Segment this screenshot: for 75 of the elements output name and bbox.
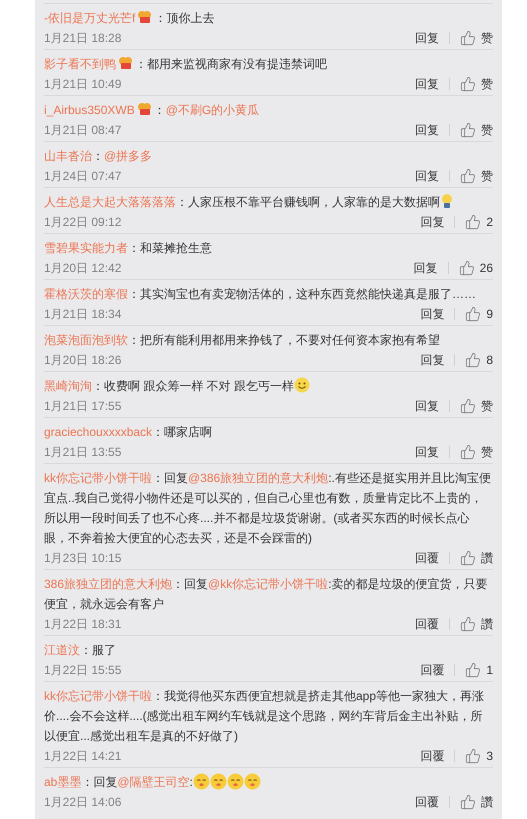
thumbs-up-icon [460,168,476,184]
like-button[interactable]: 2 [465,213,493,231]
timestamp: 1月20日 18:26 [44,352,122,369]
reply-button[interactable]: 回复 [415,443,439,461]
timestamp: 1月24日 07:47 [44,168,122,185]
timestamp: 1月21日 13:55 [44,444,122,461]
comment-text: kk你忘记带小饼干啦：回复@386旅独立团的意大利炮:.有些还是挺实用并且比淘宝便宜点..我自己觉得小物件还是可以买的，但自己心里也有数，质量肯定比不上贵的，所以用一段时间丢了也不心疼....并不都是垃圾货谢谢。(或者买东西的时候长点心眼，不奔着捡大便宜的心态去买，还是不会踩雷的) [44,470,492,547]
thumbs-up-icon [460,122,476,138]
comment-text: graciechouxxxxback：哪家店啊 [44,424,214,441]
timestamp: 1月21日 18:28 [44,30,122,47]
thumbs-up-icon [460,398,476,414]
thumbs-up-icon [465,306,482,322]
thumbs-up-icon [465,748,482,764]
timestamp: 1月23日 10:15 [44,550,122,567]
thumbs-up-icon [460,794,476,810]
thumbs-up-icon [460,616,476,632]
timestamp: 1月21日 10:49 [44,76,122,93]
comment-text: kk你忘记带小饼干啦：我觉得他买东西便宜想就是挤走其他app等他一家独大，再涨价....会不会这样....(感觉出租车网约车钱就是这个思路，网约车背后金主出补贴，所以便宜...感觉出租车是真的不好做了) [44,688,486,745]
comment-text: 泡菜泡面泡到软：把所有能利用都用来挣钱了，不要对任何资本家抱有希望 [44,332,441,349]
comment-text: -依旧是万丈光芒f ：顶你上去 [44,9,216,27]
reply-button[interactable]: 回复 [420,351,444,369]
like-button[interactable]: 3 [465,747,493,765]
like-button[interactable]: 9 [465,305,493,323]
thumbs-up-icon [460,76,476,92]
comment-text: 影子看不到鸭 ：都用来监视商家有没有提违禁词吧 [44,55,328,73]
like-button[interactable]: 26 [458,259,493,277]
comment-text: 386旅独立团的意大利炮：回复@kk你忘记带小饼干啦:卖的都是垃圾的便宜货，只要便宜，就永远会有客户 [44,576,489,613]
comment-text: 黑崎洵洵：收费啊 跟众筹一样 不对 跟乞丐一样 [44,376,493,396]
timestamp: 1月22日 15:55 [44,662,122,679]
like-button[interactable]: 讚 [460,615,493,633]
thumbs-up-icon [465,352,482,368]
comment-text: ab墨墨：回复@隔壁王司空: [44,772,493,792]
like-button[interactable]: 赞 [460,167,493,185]
reply-button[interactable]: 回覆 [420,661,444,679]
timestamp: 1月21日 08:47 [44,122,122,139]
comment-text: 霍格沃茨的寒假：其实淘宝也有卖宠物活体的，这种东西竟然能快递真是服了…… [44,286,477,303]
thumbs-up-icon [458,260,475,276]
like-button[interactable]: 讚 [460,549,493,567]
reply-button[interactable]: 回复 [415,397,439,415]
comment-text: 人生总是大起大落落落落：人家压根不靠平台赚钱啊，人家靠的是大数据啊 [44,192,493,212]
reply-button[interactable]: 回复 [420,213,444,231]
comment-text: 江道汶：服了 [44,642,117,659]
like-button[interactable]: 1 [465,661,493,679]
like-button[interactable]: 赞 [460,443,493,461]
reply-button[interactable]: 回复 [420,305,444,323]
reply-button[interactable]: 回复 [415,121,439,139]
like-button[interactable]: 赞 [460,75,493,93]
like-button[interactable]: 8 [465,351,493,369]
reply-button[interactable]: 回覆 [415,793,439,811]
reply-button[interactable]: 回复 [415,75,439,93]
reply-button[interactable]: 回复 [414,259,438,277]
reply-button[interactable]: 回复 [415,29,439,47]
thumbs-up-icon [465,214,482,230]
reply-button[interactable]: 回覆 [415,549,439,567]
timestamp: 1月21日 18:34 [44,306,122,323]
timestamp: 1月22日 18:31 [44,616,122,633]
comment-text: 山丰沓治：@拼多多 [44,148,154,165]
comment-text: i_Airbus350XWB ：@不刷G的小黄瓜 [44,101,260,119]
thumbs-up-icon [465,662,482,678]
comment-text: 雪碧果实能力者：和菜摊抢生意 [44,240,213,257]
timestamp: 1月22日 14:06 [44,794,122,811]
like-button[interactable]: 赞 [460,29,493,47]
like-button[interactable]: 讚 [460,793,493,811]
like-button[interactable]: 赞 [460,121,493,139]
reply-button[interactable]: 回复 [415,167,439,185]
timestamp: 1月21日 17:55 [44,398,122,415]
thumbs-up-icon [460,444,476,460]
timestamp: 1月22日 09:12 [44,214,122,231]
reply-button[interactable]: 回覆 [420,747,444,765]
timestamp: 1月22日 14:21 [44,748,122,765]
thumbs-up-icon [460,30,476,46]
thumbs-up-icon [460,550,476,566]
timestamp: 1月20日 12:42 [44,260,122,277]
reply-button[interactable]: 回覆 [415,615,439,633]
like-button[interactable]: 赞 [460,397,493,415]
